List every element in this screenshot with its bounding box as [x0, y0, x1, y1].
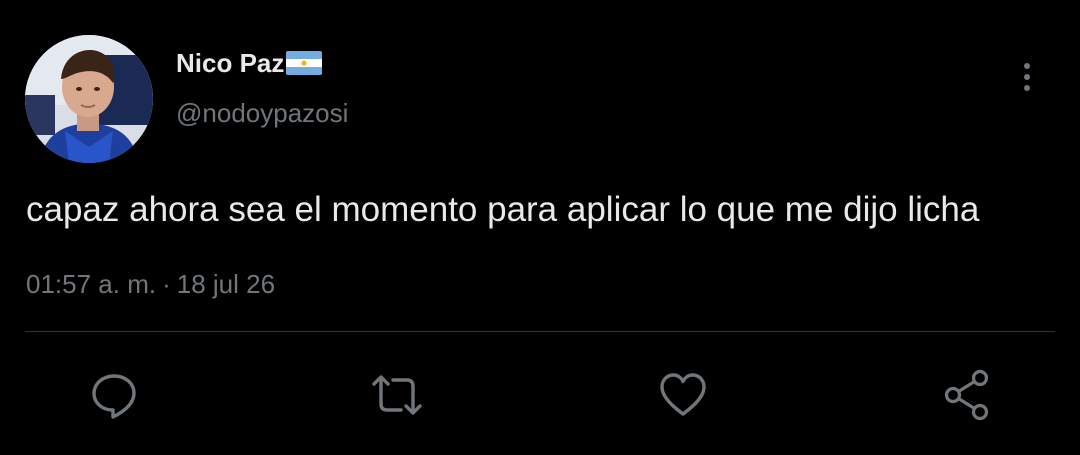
- retweet-button[interactable]: [370, 368, 424, 422]
- retweet-icon: [372, 375, 422, 415]
- display-name[interactable]: Nico Paz: [176, 46, 284, 80]
- tweet-text: capaz ahora sea el momento para aplicar …: [26, 190, 980, 229]
- profile-photo-icon: [25, 35, 153, 163]
- argentina-flag-icon: [286, 51, 323, 75]
- tweet-time: 01:57 a. m.: [26, 269, 157, 299]
- timestamp-separator: ·: [162, 269, 171, 299]
- heart-icon: [660, 373, 706, 416]
- more-vertical-icon[interactable]: [1012, 58, 1042, 98]
- like-button[interactable]: [656, 368, 710, 422]
- author-name-row[interactable]: Nico Paz: [176, 46, 323, 80]
- reply-icon: [92, 374, 136, 419]
- divider: [25, 331, 1055, 332]
- share-icon: [944, 369, 989, 421]
- tweet-date: 18 jul 26: [176, 269, 276, 299]
- share-button[interactable]: [940, 368, 994, 422]
- tweet-card: Nico Paz @nodoypazosi capaz ahora sea el…: [0, 0, 1080, 455]
- reply-button[interactable]: [87, 368, 141, 422]
- tweet-timestamp[interactable]: 01:57 a. m. · 18 jul 26: [26, 266, 275, 302]
- avatar[interactable]: [25, 35, 153, 163]
- author-handle[interactable]: @nodoypazosi: [176, 96, 348, 130]
